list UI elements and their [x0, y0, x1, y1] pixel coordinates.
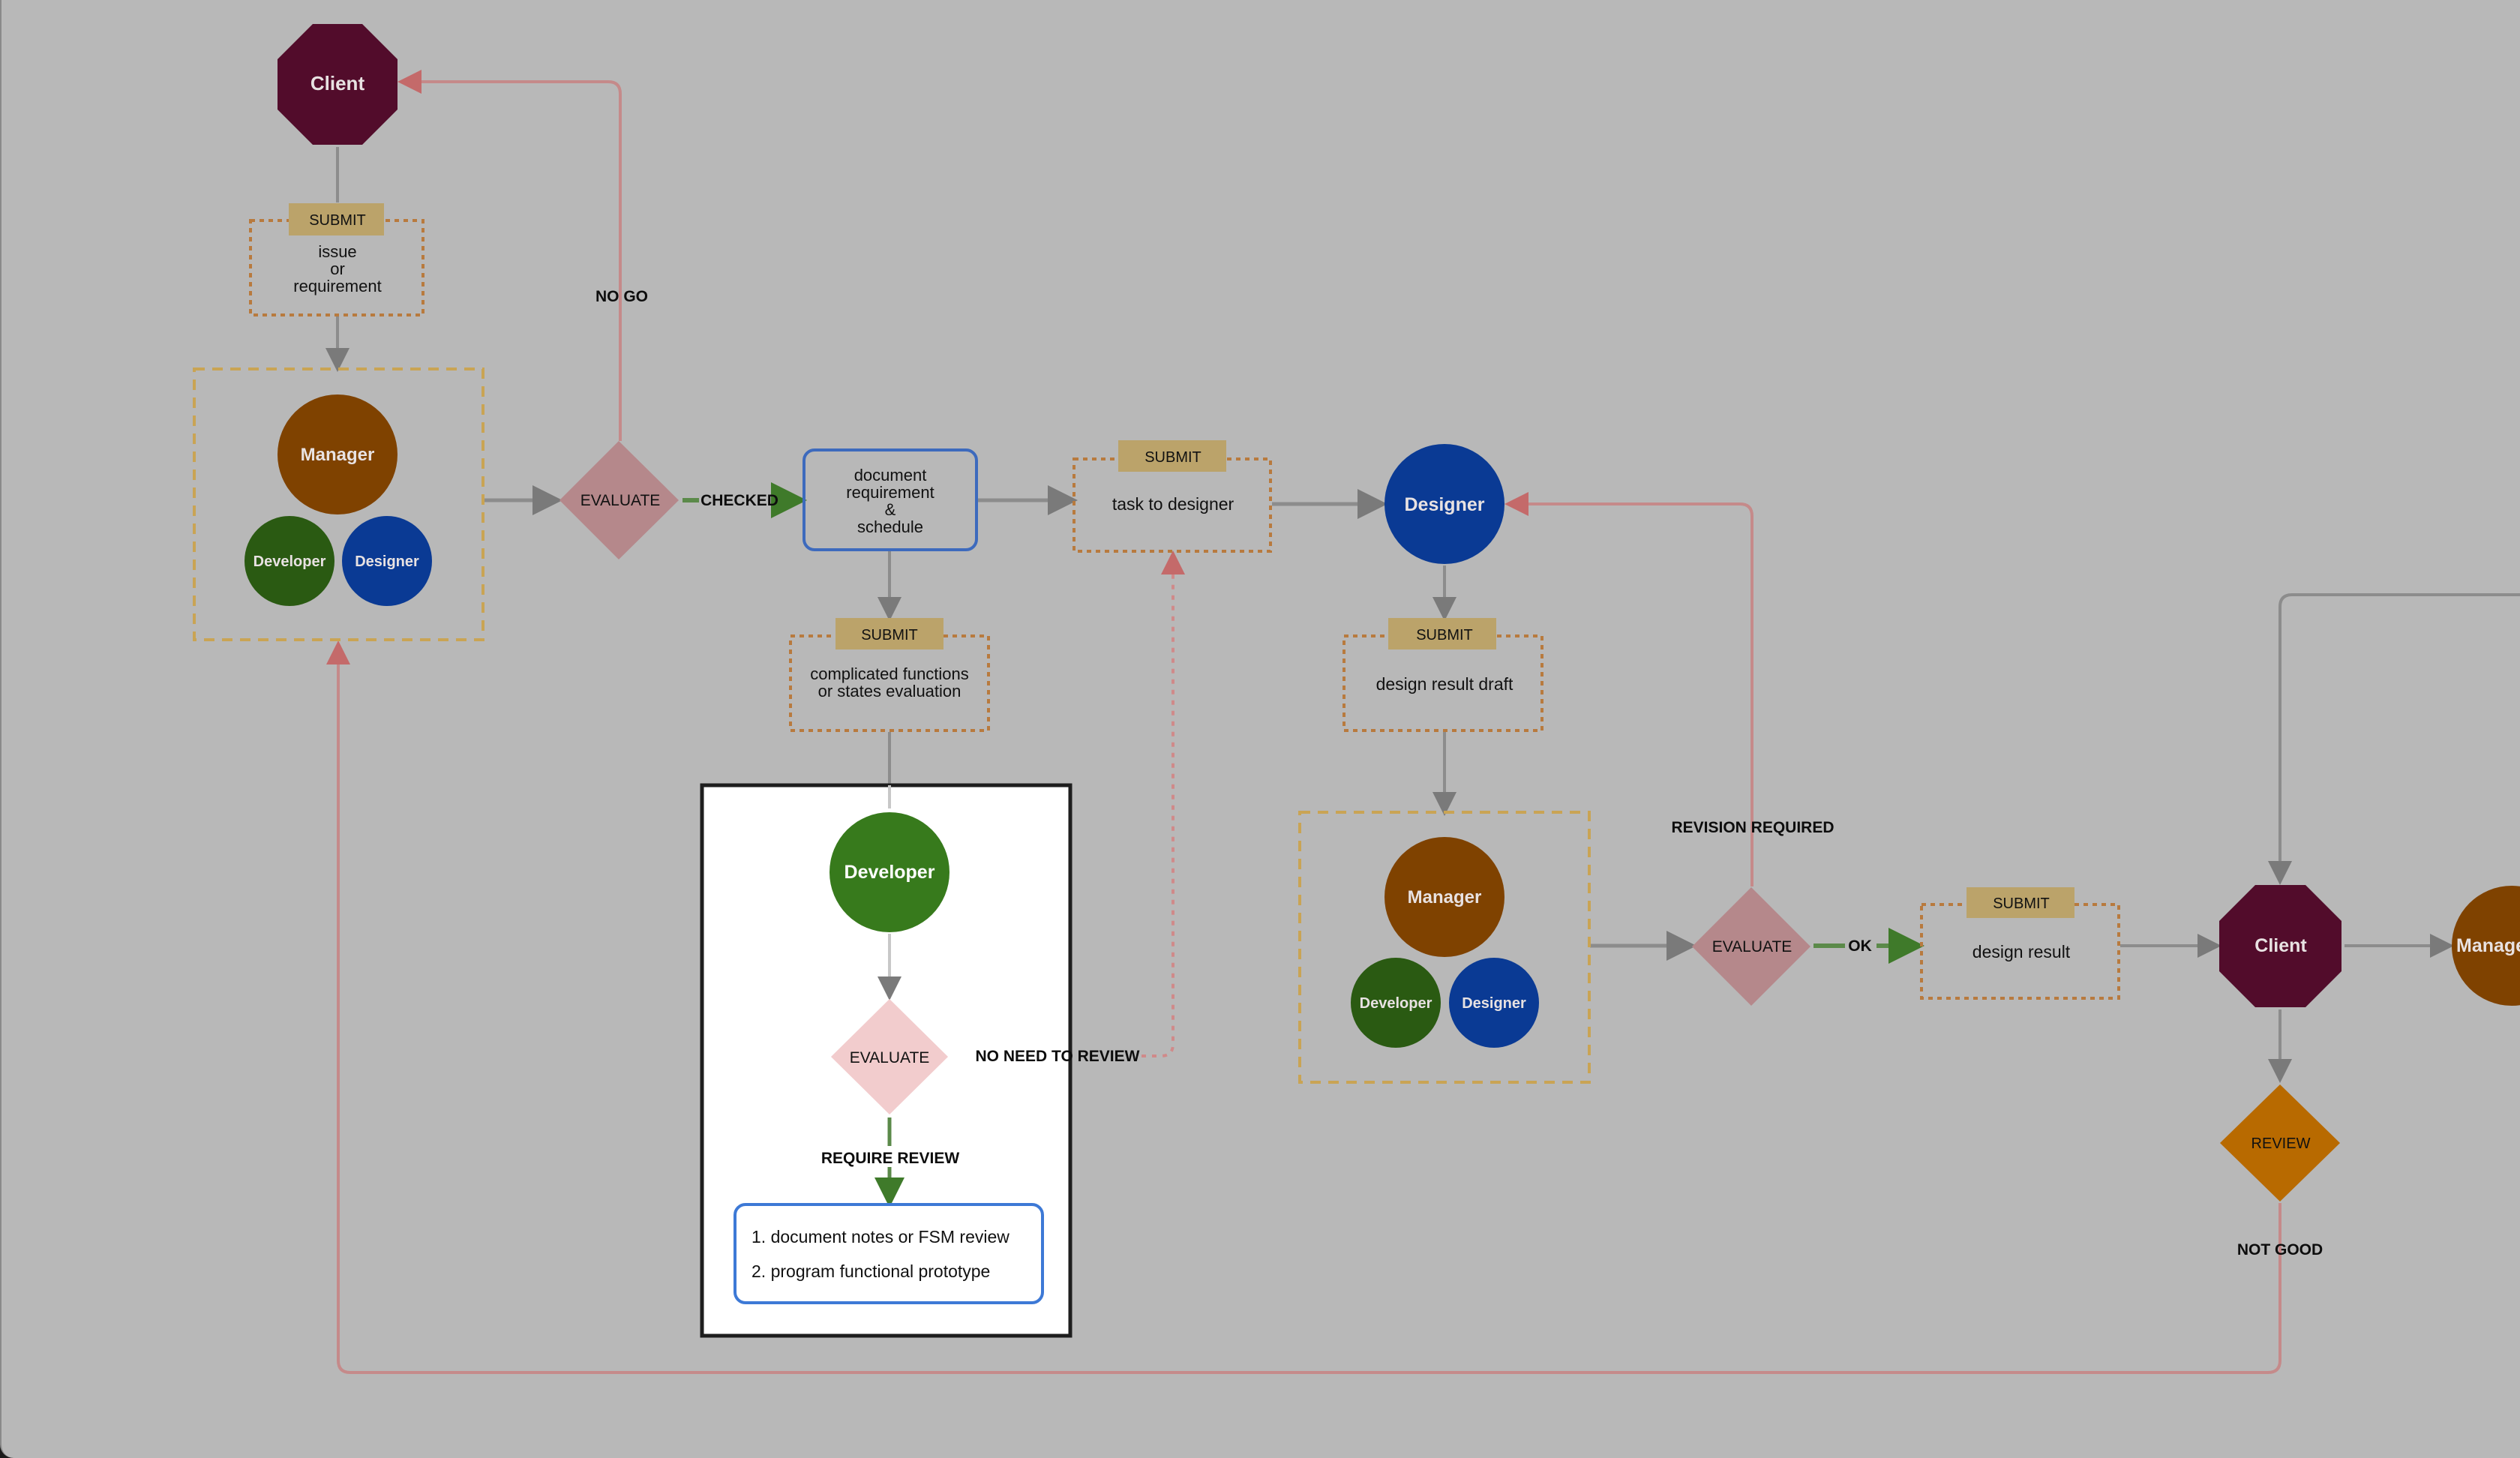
designer-node[interactable]: Designer [1384, 444, 1504, 564]
submit-complicated-line-2: or states evaluation [818, 682, 962, 700]
developer-label: Developer [1360, 995, 1432, 1012]
manager-label: Manager [1408, 887, 1482, 908]
developer-node[interactable]: Developer [830, 812, 950, 932]
submit-task-text: task to designer [1112, 494, 1234, 514]
submit-complicated-line-1: complicated functions [810, 664, 969, 683]
submit-issue-line-3: requirement [293, 277, 381, 296]
doc-line-1: document [854, 466, 927, 484]
submit-draft-text: design result draft [1376, 674, 1514, 694]
submit-result-node[interactable]: SUBMIT design result [1920, 887, 2120, 1000]
evaluate-label: EVALUATE [1712, 938, 1792, 956]
designer-label: Designer [1462, 995, 1526, 1012]
diagram-canvas: Client SUBMIT issue or requirement Manag… [0, 0, 2520, 1458]
submit-tag-label: SUBMIT [861, 627, 918, 644]
edge-label-checked: CHECKED [700, 492, 778, 509]
submit-issue-line-1: issue [318, 242, 356, 261]
edge-label-revision-required: REVISION REQUIRED [1671, 819, 1834, 836]
edge-top-right-to-client [2268, 593, 2520, 885]
submit-tag-label: SUBMIT [1993, 896, 2050, 912]
doc-line-4: schedule [857, 518, 923, 536]
review-label: REVIEW [2252, 1136, 2311, 1152]
team-group-1[interactable]: Manager Developer Designer [193, 368, 484, 641]
submit-result-text: design result [1972, 942, 2071, 962]
submit-tag-label: SUBMIT [1144, 449, 1202, 466]
document-requirement-node[interactable]: document requirement & schedule [802, 448, 978, 551]
client-label: Client [310, 72, 365, 94]
edge-label-not-good: NOT GOOD [2237, 1241, 2323, 1258]
developer-label: Developer [844, 862, 935, 883]
edge-label-no-need-to-review: NO NEED TO REVIEW [976, 1048, 1140, 1065]
submit-tag-label: SUBMIT [1416, 627, 1473, 644]
flowchart: Client SUBMIT issue or requirement Manag… [193, 24, 2520, 1374]
developer-label: Developer [254, 554, 326, 570]
review-items-box[interactable]: 1. document notes or FSM review 2. progr… [734, 1203, 1044, 1304]
edge-label-ok: OK [1848, 938, 1872, 955]
evaluate-node-3[interactable]: EVALUATE [1692, 887, 1810, 1006]
submit-complicated-node[interactable]: SUBMIT complicated functions or states e… [789, 618, 990, 732]
edge-not-good-loop [326, 640, 2282, 1374]
doc-line-2: requirement [846, 483, 934, 502]
review-item-2: 2. program functional prototype [752, 1262, 990, 1281]
edge-no-go [398, 70, 622, 441]
designer-label: Designer [1405, 494, 1485, 515]
submit-draft-node[interactable]: SUBMIT design result draft [1342, 618, 1544, 732]
client-node-right[interactable]: Client [2219, 885, 2342, 1007]
submit-task-node[interactable]: SUBMIT task to designer [1072, 440, 1272, 553]
doc-line-3: & [885, 500, 896, 519]
review-node[interactable]: REVIEW [2220, 1084, 2340, 1202]
client-node-top[interactable]: Client [278, 24, 398, 145]
evaluate-label: EVALUATE [580, 492, 661, 509]
evaluate-node-1[interactable]: EVALUATE [560, 441, 679, 560]
edge-label-no-go: NO GO [596, 288, 648, 305]
manager-node-right[interactable]: Manager [2452, 886, 2520, 1006]
submit-tag-label: SUBMIT [309, 212, 366, 229]
manager-label: Manager [2456, 935, 2520, 956]
review-item-1: 1. document notes or FSM review [752, 1227, 1010, 1246]
designer-label: Designer [355, 554, 419, 570]
edges [326, 70, 2520, 1374]
manager-label: Manager [301, 445, 375, 465]
evaluate-label: EVALUATE [850, 1049, 930, 1066]
submit-issue-node[interactable]: SUBMIT issue or requirement [249, 203, 424, 316]
team-group-2[interactable]: Manager Developer Designer [1298, 811, 1591, 1084]
client-label: Client [2254, 935, 2307, 956]
submit-issue-line-2: or [330, 260, 345, 278]
edge-label-require-review: REQUIRE REVIEW [821, 1150, 960, 1167]
